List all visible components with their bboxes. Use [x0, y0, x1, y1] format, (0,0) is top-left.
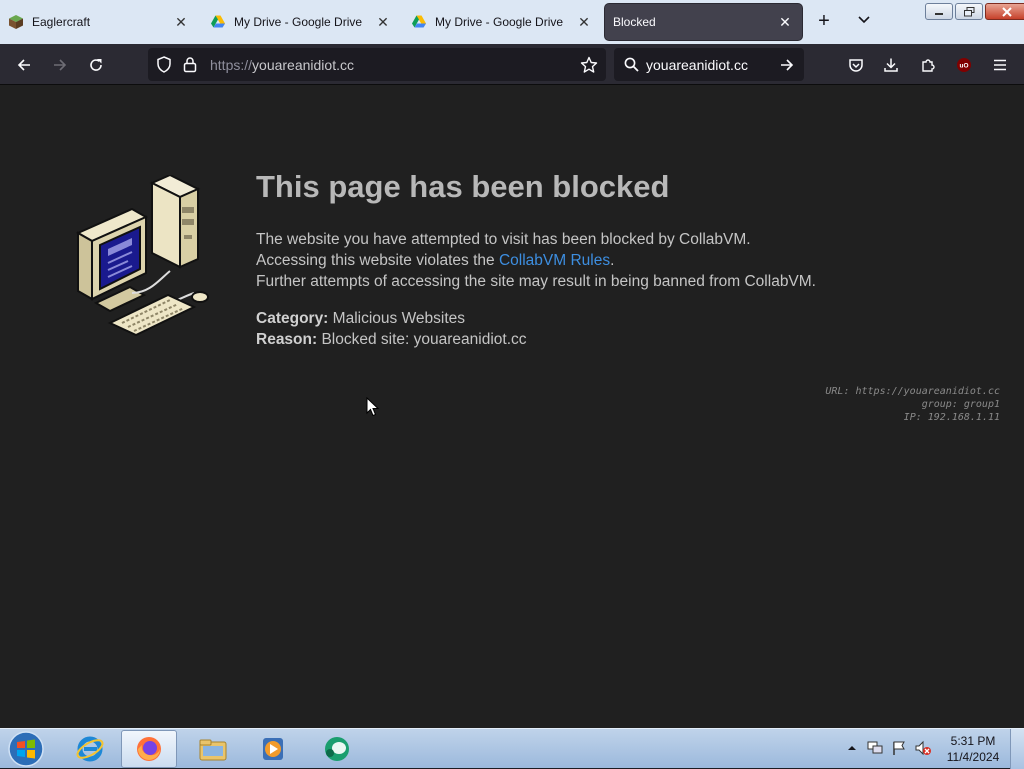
media-player-icon — [263, 738, 283, 760]
reload-button[interactable] — [83, 52, 109, 78]
collabvm-rules-link[interactable]: CollabVM Rules — [499, 252, 610, 269]
meta-url: URL: https://youareanidiot.cc — [825, 386, 1000, 397]
close-icon — [1002, 6, 1012, 17]
network-icon — [867, 741, 883, 754]
arrow-right-icon — [54, 59, 67, 71]
clock-time: 5:31 PM — [950, 734, 996, 748]
hamburger-menu-icon — [994, 59, 1006, 71]
taskbar: 5:31 PM 11/4/2024 — [0, 728, 1024, 769]
close-window-button[interactable] — [985, 3, 1024, 20]
line-2-prefix: Accessing this website violates the — [256, 252, 499, 269]
clock-date: 11/4/2024 — [946, 750, 1000, 764]
navigation-toolbar: https://youareanidiot.cc youareanidiot.c… — [0, 44, 1024, 85]
start-button[interactable] — [6, 730, 46, 768]
block-message-line-3: Further attempts of accessing the site m… — [256, 273, 816, 290]
mouse-pointer-icon — [366, 397, 380, 417]
meta-group: group: group1 — [921, 399, 1000, 410]
minimize-button[interactable] — [925, 3, 953, 20]
tab-close-icon[interactable]: ✕ — [372, 14, 394, 31]
new-tab-button[interactable]: + — [812, 10, 836, 34]
tab-close-icon[interactable]: ✕ — [774, 14, 796, 31]
category-label: Category: — [256, 310, 329, 327]
reason-value: Blocked site: youareanidiot.cc — [321, 331, 527, 348]
tab-title: Blocked — [613, 15, 656, 29]
chevron-down-icon — [858, 16, 870, 24]
shield-icon[interactable] — [156, 56, 172, 73]
tab-title: My Drive - Google Drive — [234, 15, 363, 29]
google-drive-icon — [211, 15, 225, 28]
search-query[interactable]: youareanidiot.cc — [646, 57, 748, 73]
file-explorer-icon — [199, 739, 227, 761]
window-controls — [925, 3, 1024, 20]
show-hidden-icons-button[interactable] — [843, 739, 861, 757]
ublock-origin-button[interactable]: uO — [951, 52, 977, 78]
url-host: youareanidiot.cc — [252, 57, 354, 73]
taskbar-media-player[interactable] — [245, 730, 301, 768]
block-metadata: URL: https://youareanidiot.cc group: gro… — [825, 385, 1000, 424]
svg-text:uO: uO — [959, 63, 968, 70]
tray-action-center[interactable] — [890, 739, 908, 757]
chat-app-icon — [325, 737, 349, 761]
downloads-button[interactable] — [878, 52, 904, 78]
puzzle-icon — [922, 59, 935, 72]
taskbar-internet-explorer[interactable] — [62, 730, 118, 768]
restore-button[interactable] — [955, 3, 983, 20]
tab-google-drive-1[interactable]: My Drive - Google Drive ✕ — [202, 4, 400, 40]
reload-icon — [90, 59, 102, 71]
google-drive-icon — [412, 15, 426, 28]
tab-close-icon[interactable]: ✕ — [573, 14, 595, 31]
computer-illustration — [75, 175, 209, 337]
block-message-line-2: Accessing this website violates the Coll… — [256, 252, 614, 270]
minimize-icon — [935, 12, 943, 15]
pocket-icon — [849, 59, 863, 72]
internet-explorer-icon — [76, 736, 104, 762]
url-protocol: https:// — [210, 57, 253, 73]
page-title: This page has been blocked — [256, 169, 670, 204]
tab-strip: Eaglercraft ✕ My Drive - Google Drive ✕ … — [0, 0, 1024, 44]
pocket-button[interactable] — [843, 52, 869, 78]
flag-icon — [893, 741, 905, 755]
tab-title: Eaglercraft — [32, 15, 91, 29]
tab-blocked[interactable]: Blocked ✕ — [605, 4, 802, 40]
tab-eaglercraft[interactable]: Eaglercraft ✕ — [0, 4, 198, 40]
category-row: Category: Malicious Websites — [256, 310, 465, 328]
url-text[interactable]: https://youareanidiot.cc — [210, 57, 354, 73]
taskbar-file-explorer[interactable] — [185, 730, 241, 768]
download-icon — [884, 58, 898, 72]
minecraft-block-icon — [9, 15, 23, 29]
line-2-suffix: . — [610, 252, 615, 269]
restore-icon — [963, 6, 974, 16]
taskbar-firefox[interactable] — [121, 730, 177, 768]
volume-muted-icon — [915, 740, 931, 756]
block-message-line-1: The website you have attempted to visit … — [256, 231, 751, 248]
tray-volume[interactable] — [914, 739, 932, 757]
search-bar[interactable]: youareanidiot.cc — [614, 48, 804, 81]
ublock-origin-icon: uO — [957, 58, 971, 72]
back-button[interactable] — [11, 52, 37, 78]
lock-icon[interactable] — [183, 56, 197, 73]
go-arrow-icon[interactable] — [779, 57, 795, 73]
firefox-icon — [137, 737, 161, 761]
app-menu-button[interactable] — [987, 52, 1013, 78]
taskbar-clock[interactable]: 5:31 PM 11/4/2024 — [940, 733, 1006, 765]
chevron-up-icon — [848, 746, 856, 750]
tab-title: My Drive - Google Drive — [435, 15, 564, 29]
extensions-button[interactable] — [915, 52, 941, 78]
arrow-left-icon — [17, 59, 30, 71]
show-desktop-button[interactable] — [1010, 729, 1024, 769]
forward-button[interactable] — [47, 52, 73, 78]
page-content: This page has been blocked The website y… — [0, 85, 1024, 728]
bookmark-star-icon[interactable] — [580, 56, 598, 74]
tab-close-icon[interactable]: ✕ — [170, 14, 192, 31]
meta-ip: IP: 192.168.1.11 — [903, 412, 1000, 423]
reason-row: Reason: Blocked site: youareanidiot.cc — [256, 331, 527, 349]
taskbar-chat-app[interactable] — [309, 730, 365, 768]
reason-label: Reason: — [256, 331, 318, 348]
list-all-tabs-button[interactable] — [852, 10, 876, 34]
tray-network[interactable] — [866, 739, 884, 757]
search-icon — [624, 57, 639, 72]
address-bar[interactable]: https://youareanidiot.cc — [148, 48, 606, 81]
tab-google-drive-2[interactable]: My Drive - Google Drive ✕ — [403, 4, 601, 40]
category-value: Malicious Websites — [332, 310, 466, 327]
